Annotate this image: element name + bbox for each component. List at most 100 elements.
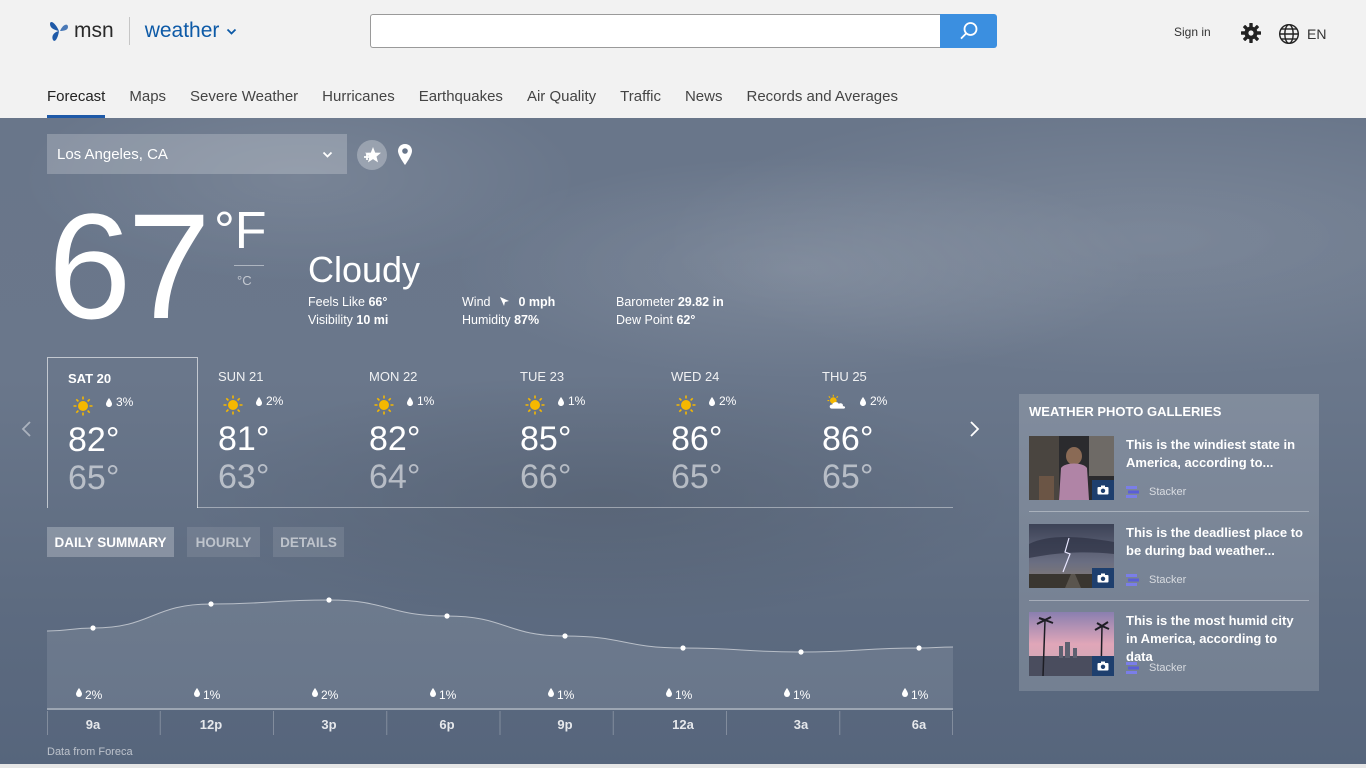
msn-brand: msn — [74, 19, 114, 42]
chart-point[interactable] — [680, 645, 686, 651]
forecast-high: 82° — [369, 420, 421, 458]
language-selector[interactable]: EN — [1307, 26, 1326, 42]
chart-x-tick-label: 12a — [672, 717, 694, 732]
tab-daily-summary[interactable]: DAILY SUMMARY — [47, 527, 174, 557]
tab-records-and-averages[interactable]: Records and Averages — [746, 88, 898, 118]
chart-x-tick-label: 6p — [439, 717, 454, 732]
hourly-temperature-chart: 2% 9a 1% 12p 2% 3p 1% 6p 1% 9p 1% 12a 1% 3a 1% 6a — [47, 597, 953, 735]
chart-precip-value: 1% — [675, 688, 693, 702]
sun-icon — [72, 395, 94, 417]
gallery-item-source: Stacker — [1149, 662, 1187, 674]
forecast-day-sat-20[interactable]: SAT 20 3% 82° 65° — [47, 357, 198, 508]
chart-point[interactable] — [444, 613, 450, 619]
tab-news[interactable]: News — [685, 88, 723, 118]
gear-icon[interactable] — [1240, 22, 1262, 44]
globe-icon[interactable] — [1278, 23, 1300, 45]
forecast-day-mon-22[interactable]: MON 22 1% 82° 64° — [349, 357, 500, 508]
barometer-label: Barometer — [616, 295, 675, 309]
gallery-item[interactable]: This is the windiest state in America, a… — [1029, 436, 1309, 502]
sign-in-link[interactable]: Sign in — [1174, 25, 1211, 39]
chart-x-tick-label: 9p — [557, 717, 572, 732]
forecast-high: 81° — [218, 420, 270, 458]
gallery-thumbnail-humid[interactable] — [1029, 612, 1114, 676]
page-bottom-strip — [0, 764, 1366, 768]
location-pin-icon[interactable] — [396, 143, 414, 167]
forecast-low: 65° — [822, 458, 874, 496]
feels-like-label: Feels Like — [308, 295, 365, 309]
forecast-precip-value: 2% — [266, 394, 284, 408]
dew-point-label: Dew Point — [616, 313, 673, 327]
forecast-precip-value: 3% — [116, 395, 134, 409]
gallery-item-title[interactable]: This is the most humid city in America, … — [1126, 612, 1306, 666]
chart-precip-value: 1% — [557, 688, 575, 702]
tab-maps[interactable]: Maps — [129, 88, 166, 118]
feels-like-value: 66° — [368, 295, 388, 309]
chart-x-tick-label: 9a — [86, 717, 101, 732]
forecast-precip-value: 2% — [870, 394, 888, 408]
forecast-precip: 2% — [860, 394, 887, 408]
forecast-day-tue-23[interactable]: TUE 23 1% 85° 66° — [500, 357, 651, 508]
butterfly-icon — [50, 22, 68, 41]
chevron-right-icon[interactable] — [967, 420, 981, 438]
msn-logo[interactable]: msn weather — [48, 16, 237, 46]
gallery-item[interactable]: This is the deadliest place to be during… — [1029, 524, 1309, 590]
forecast-day-name: MON 22 — [369, 369, 418, 384]
forecast-precip-value: 1% — [417, 394, 435, 408]
weather-photo-galleries: WEATHER PHOTO GALLERIES This is the wind… — [1019, 394, 1319, 691]
camera-icon — [1092, 656, 1114, 676]
logo-divider — [128, 17, 130, 45]
sun-icon — [524, 394, 546, 416]
forecast-baseline — [197, 507, 953, 508]
wind: Wind 0 mph — [462, 295, 555, 309]
tab-air-quality[interactable]: Air Quality — [527, 88, 596, 118]
chart-precip-value: 1% — [203, 688, 221, 702]
forecast-precip-value: 2% — [719, 394, 737, 408]
tab-forecast[interactable]: Forecast — [47, 88, 106, 118]
chart-point[interactable] — [798, 649, 804, 655]
forecast-high: 82° — [68, 421, 120, 459]
chart-point[interactable] — [916, 645, 922, 651]
current-condition: Cloudy — [308, 249, 421, 290]
humidity-value: 87% — [514, 313, 540, 327]
chart-precip-value: 2% — [85, 688, 103, 702]
search-button[interactable] — [940, 14, 997, 48]
add-favorite-button[interactable] — [357, 140, 387, 170]
forecast-low: 65° — [68, 459, 120, 497]
unit-fahrenheit[interactable]: °F — [214, 201, 267, 261]
forecast-day-wed-24[interactable]: WED 24 2% 86° 65° — [651, 357, 802, 508]
tab-traffic[interactable]: Traffic — [620, 88, 661, 118]
camera-icon — [1092, 480, 1114, 500]
sun-icon — [675, 394, 697, 416]
tab-earthquakes[interactable]: Earthquakes — [419, 88, 503, 118]
gallery-thumbnail-deadliest[interactable] — [1029, 524, 1114, 588]
forecast-low: 63° — [218, 458, 270, 496]
tab-severe-weather[interactable]: Severe Weather — [190, 88, 298, 118]
location-dropdown[interactable]: Los Angeles, CA — [47, 134, 347, 174]
chevron-down-icon[interactable] — [226, 26, 237, 37]
tab-hourly[interactable]: HOURLY — [187, 527, 260, 557]
chart-point[interactable] — [562, 633, 568, 639]
tab-details[interactable]: DETAILS — [273, 527, 344, 557]
barometer-value: 29.82 in — [677, 295, 724, 309]
forecast-precip-value: 1% — [568, 394, 586, 408]
gallery-item-title[interactable]: This is the windiest state in America, a… — [1126, 436, 1306, 472]
gallery-item[interactable]: This is the most humid city in America, … — [1029, 612, 1309, 678]
unit-celsius[interactable]: °C — [237, 273, 252, 288]
tab-hurricanes[interactable]: Hurricanes — [322, 88, 395, 118]
chart-precip-value: 2% — [321, 688, 339, 702]
camera-icon — [1092, 568, 1114, 588]
location-selected: Los Angeles, CA — [57, 145, 168, 163]
gallery-thumbnail-windiest[interactable] — [1029, 436, 1114, 500]
gallery-item-title[interactable]: This is the deadliest place to be during… — [1126, 524, 1306, 560]
galleries-title: WEATHER PHOTO GALLERIES — [1029, 404, 1222, 419]
weather-product-label[interactable]: weather — [145, 19, 220, 43]
gallery-separator — [1029, 600, 1309, 601]
search-input[interactable] — [370, 14, 940, 48]
chevron-left-icon[interactable] — [20, 420, 34, 438]
stacker-logo-icon — [1126, 662, 1139, 674]
chart-point[interactable] — [90, 625, 96, 631]
forecast-day-sun-21[interactable]: SUN 21 2% 81° 63° — [198, 357, 349, 508]
forecast-day-thu-25[interactable]: THU 25 2% 86° 65° — [802, 357, 953, 508]
chart-point[interactable] — [208, 601, 214, 607]
chart-point[interactable] — [326, 597, 332, 603]
